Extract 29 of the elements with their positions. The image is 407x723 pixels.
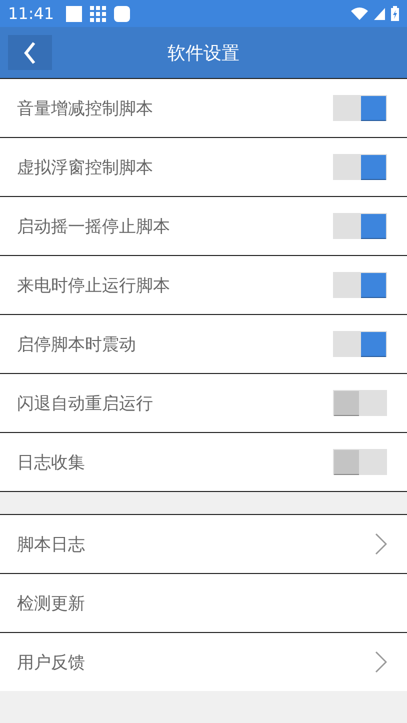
back-button[interactable] (8, 35, 52, 70)
setting-label: 来电时停止运行脚本 (17, 274, 170, 296)
menu-label: 脚本日志 (17, 534, 85, 556)
menu-item[interactable]: 脚本日志 (0, 515, 407, 574)
setting-label: 日志收集 (17, 452, 85, 474)
grid-icon (90, 6, 106, 22)
toggle-switch[interactable] (333, 272, 387, 298)
setting-label: 启动摇一摇停止脚本 (17, 216, 170, 238)
rounded-square-icon (114, 6, 130, 22)
toggle-switch[interactable] (333, 390, 387, 416)
wifi-icon (351, 7, 368, 20)
square-notification-icon (66, 6, 82, 22)
toggle-switch[interactable] (333, 154, 387, 180)
toggle-switch[interactable] (333, 331, 387, 357)
setting-label: 启停脚本时震动 (17, 334, 136, 356)
status-time: 11:41 (8, 4, 54, 23)
menu-item[interactable]: 检测更新 (0, 574, 407, 633)
setting-label: 音量增减控制脚本 (17, 98, 153, 120)
toggle-switch[interactable] (333, 449, 387, 475)
menu-label: 用户反馈 (17, 652, 85, 674)
page-title: 软件设置 (168, 42, 240, 64)
signal-icon (374, 8, 385, 20)
menu-item[interactable]: 用户反馈 (0, 633, 407, 691)
menu-label: 检测更新 (17, 592, 85, 614)
setting-label: 虚拟浮窗控制脚本 (17, 156, 153, 178)
toggle-switch[interactable] (333, 213, 387, 239)
battery-icon (391, 6, 399, 21)
toggle-switch[interactable] (333, 95, 387, 121)
setting-label: 闪退自动重启运行 (17, 392, 153, 414)
